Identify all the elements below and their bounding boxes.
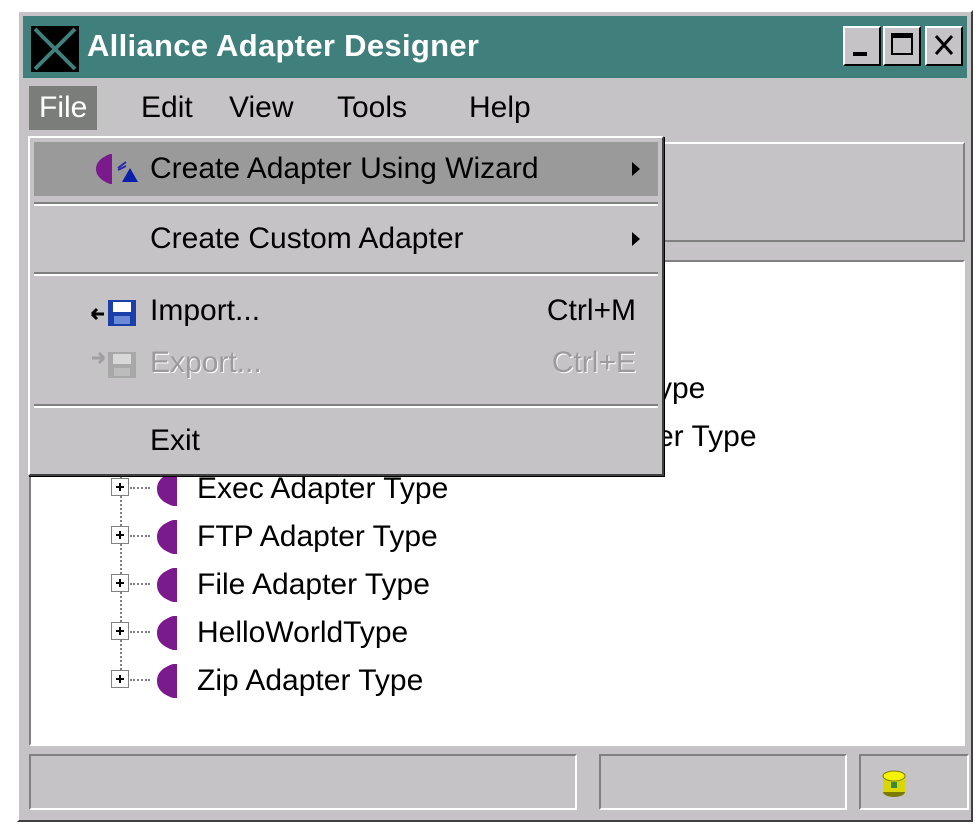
- menu-file[interactable]: File: [29, 86, 98, 130]
- tree-label: ype: [657, 372, 706, 405]
- tree-expand-icon[interactable]: [111, 574, 129, 592]
- app-x-icon: [31, 26, 79, 72]
- menu-item-create-adapter-wizard[interactable]: Create Adapter Using Wizard: [34, 142, 658, 196]
- window-title: Alliance Adapter Designer: [87, 28, 480, 63]
- submenu-arrow-icon: [632, 232, 640, 246]
- tree-label: HelloWorldType: [197, 616, 409, 649]
- adapter-type-icon: [157, 520, 177, 554]
- tree-label: Zip Adapter Type: [197, 664, 424, 697]
- tree-connector: [130, 535, 150, 537]
- menu-item-label: Exit: [150, 424, 201, 457]
- menu-item-exit[interactable]: Exit: [34, 414, 658, 468]
- menu-item-label: Import...: [150, 294, 261, 327]
- tree-label: File Adapter Type: [197, 568, 430, 601]
- wizard-adapter-icon: [96, 154, 138, 184]
- import-disk-icon: [90, 300, 136, 326]
- tree-expand-icon[interactable]: [111, 622, 129, 640]
- menu-view[interactable]: View: [219, 86, 303, 130]
- minimize-button[interactable]: [843, 26, 881, 66]
- tree-label: er Type: [657, 420, 757, 453]
- tree-connector: [130, 631, 150, 633]
- menu-separator: [34, 202, 658, 206]
- tree-row-helloworldtype[interactable]: HelloWorldType: [31, 610, 963, 656]
- menu-item-create-custom-adapter[interactable]: Create Custom Adapter: [34, 212, 658, 266]
- title-bar[interactable]: Alliance Adapter Designer: [23, 16, 967, 78]
- tree-connector: [130, 487, 150, 489]
- status-icon-cell: [859, 754, 969, 810]
- file-menu-popup: Create Adapter Using Wizard Create Custo…: [28, 136, 664, 476]
- tree-label: FTP Adapter Type: [197, 520, 438, 553]
- adapter-type-icon: [157, 664, 177, 698]
- tree-connector: [130, 583, 150, 585]
- menu-item-shortcut: Ctrl+M: [546, 294, 636, 327]
- status-info-cell: [599, 754, 847, 810]
- status-message-cell: [29, 754, 577, 810]
- adapter-type-icon: [157, 616, 177, 650]
- menu-help[interactable]: Help: [459, 86, 541, 130]
- tree-expand-icon[interactable]: [111, 670, 129, 688]
- tree-row-file-adapter-type[interactable]: File Adapter Type: [31, 562, 963, 608]
- menu-separator: [34, 404, 658, 408]
- menu-item-import[interactable]: Import... Ctrl+M: [34, 284, 658, 338]
- menu-bar: File Edit View Tools Help: [23, 82, 967, 134]
- maximize-button[interactable]: [883, 26, 921, 66]
- menu-item-label: Create Adapter Using Wizard: [150, 152, 539, 185]
- menu-separator: [34, 272, 658, 276]
- export-disk-icon: [92, 351, 136, 378]
- close-button[interactable]: [925, 26, 963, 66]
- tree-connector: [130, 679, 150, 681]
- menu-item-label: Create Custom Adapter: [150, 222, 464, 255]
- menu-item-label: Export...: [150, 346, 262, 379]
- adapter-type-icon: [157, 472, 177, 506]
- minimize-icon: [853, 52, 867, 56]
- menu-tools[interactable]: Tools: [327, 86, 417, 130]
- menu-edit[interactable]: Edit: [131, 86, 203, 130]
- adapter-type-icon: [157, 568, 177, 602]
- close-icon: [934, 35, 954, 55]
- menu-item-shortcut: Ctrl+E: [551, 346, 636, 379]
- tree-row-zip-adapter-type[interactable]: Zip Adapter Type: [31, 658, 963, 704]
- tree-row-ftp-adapter-type[interactable]: FTP Adapter Type: [31, 514, 963, 560]
- menu-item-export[interactable]: Export... Ctrl+E: [34, 336, 658, 390]
- tree-expand-icon[interactable]: [111, 478, 129, 496]
- tree-expand-icon[interactable]: [111, 526, 129, 544]
- database-icon: [882, 770, 906, 797]
- status-bar: [29, 754, 969, 810]
- submenu-arrow-icon: [632, 162, 640, 176]
- maximize-icon: [891, 33, 913, 55]
